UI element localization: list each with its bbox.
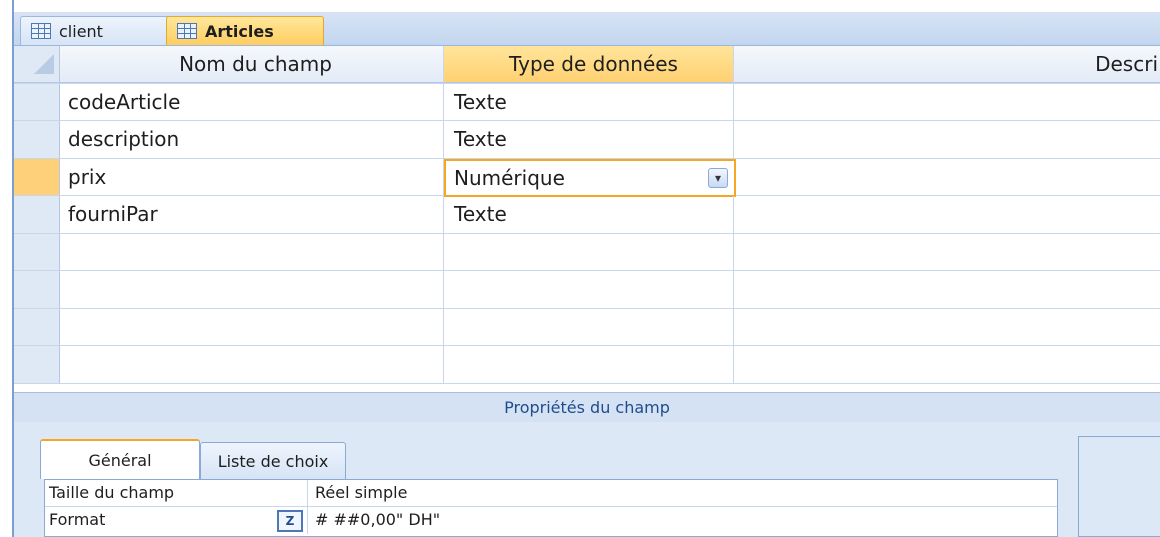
field-name-cell[interactable]: codeArticle	[60, 83, 444, 120]
empty-row	[14, 271, 1160, 309]
select-all-corner[interactable]	[14, 46, 60, 83]
table-row: codeArticle Texte	[14, 83, 1160, 121]
data-type-cell[interactable]: Texte	[444, 121, 734, 158]
properties-table: Taille du champ Réel simple Format Z # #…	[44, 479, 1058, 537]
tab-lookup[interactable]: Liste de choix	[200, 442, 346, 479]
field-name-cell[interactable]	[60, 271, 444, 308]
property-value[interactable]: Réel simple	[315, 483, 407, 502]
property-label: Format	[49, 510, 106, 529]
data-type-cell[interactable]	[444, 233, 734, 270]
table-row: description Texte	[14, 121, 1160, 159]
field-design-grid: Nom du champ Type de données Descri code…	[14, 46, 1160, 384]
tab-client[interactable]: client	[20, 16, 170, 45]
document-tab-strip: client Articles	[14, 12, 1160, 46]
description-cell[interactable]	[734, 196, 1160, 233]
tab-label: Articles	[205, 21, 274, 41]
table-icon	[177, 23, 197, 39]
field-properties-pane: Général Liste de choix Taille du champ R…	[14, 422, 1160, 537]
data-type-value: Numérique	[454, 165, 565, 190]
table-row-current: prix Numérique ▾	[14, 158, 1160, 197]
field-name-cell[interactable]: fourniPar	[60, 196, 444, 233]
row-selector-current[interactable]	[14, 158, 60, 195]
tab-general[interactable]: Général	[40, 439, 200, 479]
column-header-field-name[interactable]: Nom du champ	[60, 46, 444, 83]
empty-row	[14, 346, 1160, 384]
property-row: Format Z # ##0,00" DH"	[45, 507, 1057, 534]
field-name-cell[interactable]: prix	[60, 158, 444, 195]
description-cell[interactable]	[734, 84, 1160, 121]
grid-header-row: Nom du champ Type de données Descri	[14, 46, 1160, 84]
field-name-cell[interactable]: description	[60, 121, 444, 158]
description-cell[interactable]	[734, 346, 1160, 383]
data-type-cell[interactable]	[444, 308, 734, 345]
row-selector[interactable]	[14, 196, 60, 233]
description-cell[interactable]	[734, 234, 1160, 271]
tab-articles[interactable]: Articles	[166, 16, 324, 45]
property-help-pane	[1078, 436, 1160, 537]
column-divider	[307, 480, 308, 506]
data-type-cell[interactable]	[444, 346, 734, 383]
row-selector[interactable]	[14, 233, 60, 270]
row-selector[interactable]	[14, 308, 60, 345]
window-edge	[0, 0, 12, 537]
field-name-cell[interactable]	[60, 346, 444, 383]
data-type-cell[interactable]: Texte	[444, 196, 734, 233]
description-cell[interactable]	[734, 159, 1160, 196]
column-header-description[interactable]: Descri	[734, 46, 1160, 83]
field-properties-header: Propriétés du champ	[14, 392, 1160, 423]
field-name-cell[interactable]	[60, 308, 444, 345]
table-row: fourniPar Texte	[14, 196, 1160, 234]
corner-triangle-icon	[33, 53, 54, 74]
column-header-data-type[interactable]: Type de données	[444, 46, 734, 83]
data-type-cell[interactable]	[444, 271, 734, 308]
row-selector[interactable]	[14, 121, 60, 158]
row-selector[interactable]	[14, 83, 60, 120]
field-name-cell[interactable]	[60, 233, 444, 270]
column-divider	[307, 507, 308, 534]
description-cell[interactable]	[734, 271, 1160, 308]
data-type-dropdown[interactable]: Numérique ▾	[444, 158, 736, 197]
data-type-cell[interactable]: Texte	[444, 83, 734, 120]
property-value[interactable]: # ##0,00" DH"	[315, 510, 440, 529]
tab-label: client	[59, 21, 103, 41]
description-cell[interactable]	[734, 121, 1160, 158]
empty-row	[14, 233, 1160, 271]
format-builder-icon[interactable]: Z	[277, 510, 303, 532]
property-label: Taille du champ	[49, 483, 175, 502]
property-row: Taille du champ Réel simple	[45, 480, 1057, 507]
empty-row	[14, 308, 1160, 346]
table-icon	[31, 23, 51, 39]
chevron-down-icon[interactable]: ▾	[708, 167, 728, 188]
row-selector[interactable]	[14, 271, 60, 308]
row-selector[interactable]	[14, 346, 60, 383]
description-cell[interactable]	[734, 309, 1160, 346]
